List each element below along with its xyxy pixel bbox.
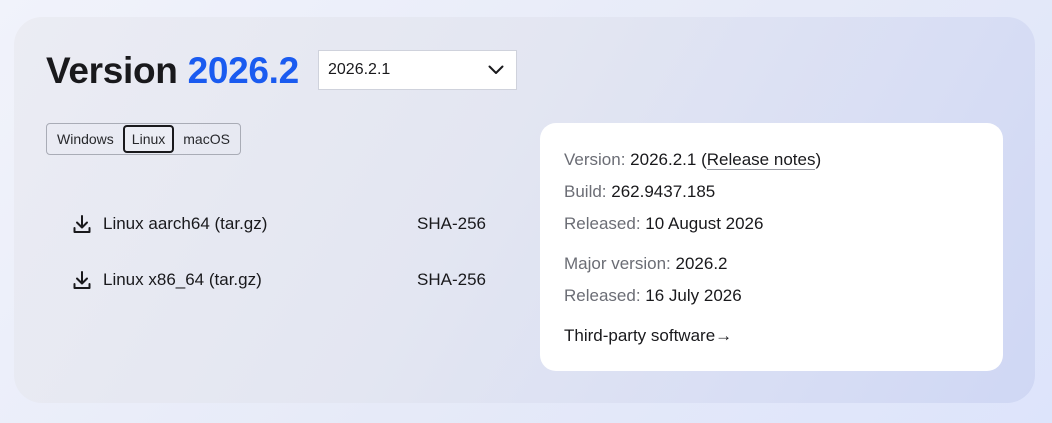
release-notes-link[interactable]: Release notes bbox=[706, 150, 816, 170]
download-row: Linux x86_64 (tar.gz) SHA-256 bbox=[72, 268, 492, 292]
third-party-link[interactable]: Third-party software→ bbox=[564, 326, 732, 345]
major-version-line: Major version: 2026.2 bbox=[564, 253, 728, 275]
third-party-label: Third-party software bbox=[564, 326, 716, 345]
release-info-panel: Version: 2026.2.1 (Release notes) Build:… bbox=[540, 123, 1003, 371]
build-line: Build: 262.9437.185 bbox=[564, 181, 715, 203]
paren-close: ) bbox=[815, 150, 822, 169]
major-released-value: 16 July 2026 bbox=[645, 286, 742, 305]
checksum-link[interactable]: SHA-256 bbox=[417, 214, 486, 234]
major-released-label: Released: bbox=[564, 286, 641, 305]
released-line: Released: 10 August 2026 bbox=[564, 213, 763, 235]
download-row: Linux aarch64 (tar.gz) SHA-256 bbox=[72, 212, 492, 236]
build-label: Build: bbox=[564, 182, 607, 201]
title-version: 2026.2 bbox=[187, 50, 300, 91]
page-title: Version 2026.2 bbox=[46, 48, 299, 94]
tab-macos[interactable]: macOS bbox=[174, 125, 239, 153]
chevron-down-icon bbox=[488, 65, 504, 74]
build-value: 262.9437.185 bbox=[611, 182, 716, 201]
paren-open: ( bbox=[701, 150, 707, 169]
version-select[interactable]: 2026.2.1 bbox=[318, 50, 517, 90]
version-label: Version: bbox=[564, 150, 626, 169]
checksum-link[interactable]: SHA-256 bbox=[417, 270, 486, 290]
download-link[interactable]: Linux aarch64 (tar.gz) bbox=[72, 214, 267, 234]
version-value: 2026.2.1 bbox=[630, 150, 697, 169]
download-label: Linux aarch64 (tar.gz) bbox=[103, 214, 268, 233]
third-party-line: Third-party software→ bbox=[564, 325, 732, 347]
major-version-value: 2026.2 bbox=[675, 254, 728, 273]
version-line: Version: 2026.2.1 (Release notes) bbox=[564, 149, 821, 171]
version-select-value: 2026.2.1 bbox=[328, 61, 391, 78]
major-version-label: Major version: bbox=[564, 254, 671, 273]
download-label: Linux x86_64 (tar.gz) bbox=[103, 270, 262, 289]
major-released-line: Released: 16 July 2026 bbox=[564, 285, 742, 307]
download-icon bbox=[73, 215, 91, 233]
download-link[interactable]: Linux x86_64 (tar.gz) bbox=[72, 270, 262, 290]
arrow-right-icon: → bbox=[715, 326, 733, 345]
tab-windows[interactable]: Windows bbox=[48, 125, 123, 153]
download-icon bbox=[73, 271, 91, 289]
released-value: 10 August 2026 bbox=[645, 214, 764, 233]
tab-linux[interactable]: Linux bbox=[122, 125, 175, 153]
title-prefix: Version bbox=[46, 50, 178, 91]
released-label: Released: bbox=[564, 214, 641, 233]
os-tabs: Windows Linux macOS bbox=[46, 123, 241, 155]
